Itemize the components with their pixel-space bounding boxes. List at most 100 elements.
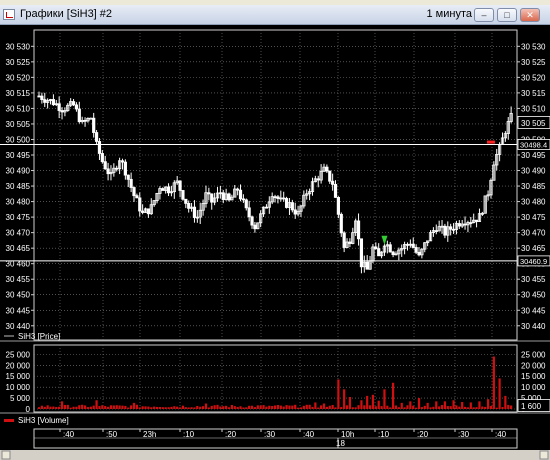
candle-body [284, 198, 289, 208]
volume-bar [461, 402, 464, 409]
volume-bar [484, 406, 487, 409]
volume-bar [181, 405, 185, 409]
volume-bar [429, 407, 432, 409]
close-icon: ✕ [526, 10, 534, 20]
volume-bar [135, 404, 138, 409]
price-tick-label-left: 30 480 [6, 198, 31, 207]
title-bar[interactable]: Графики [SiH3] #2 1 минута – □ ✕ [0, 5, 550, 25]
volume-bar [55, 406, 58, 409]
time-tick-label: :30 [458, 430, 470, 439]
volume-bar [233, 406, 236, 409]
volume-bar [420, 407, 423, 409]
volume-bar [294, 404, 297, 409]
volume-bar [498, 378, 501, 409]
volume-bar [415, 407, 418, 409]
candle-body [181, 190, 185, 200]
candle-body [356, 220, 361, 240]
time-tick-label: :40 [495, 430, 507, 439]
volume-bar [72, 406, 75, 409]
candle-body [253, 224, 257, 230]
volume-bar [173, 406, 176, 409]
price-tick-label-left: 30 440 [6, 322, 31, 331]
volume-tick-label-left: 5 000 [10, 394, 31, 403]
candle-body [333, 183, 338, 198]
candle-body [94, 132, 99, 142]
volume-bar [486, 399, 490, 409]
volume-bar [317, 407, 320, 409]
volume-bar [334, 407, 337, 409]
volume-bar [219, 406, 222, 409]
candle-body [138, 197, 142, 212]
chart-area[interactable]: 30 440 30 440 30 445 30 445 30 450 30 450 30 4… [0, 25, 550, 460]
price-tick-label-right: 30 465 [521, 244, 546, 253]
timeframe-label[interactable]: 1 минута [427, 8, 473, 20]
volume-bar [222, 406, 225, 409]
maximize-button[interactable]: □ [497, 8, 517, 22]
price-tick-label-right: 30 480 [521, 198, 546, 207]
maximize-icon: □ [504, 10, 510, 20]
candle-body [293, 209, 297, 215]
price-tick-label-left: 30 515 [6, 89, 31, 98]
volume-bar [236, 406, 239, 409]
candle-body [106, 168, 110, 175]
candle-body [365, 261, 369, 270]
volume-bar [153, 406, 156, 409]
price-tick-label-right: 30 440 [521, 322, 546, 331]
volume-bar [268, 405, 271, 409]
volume-bar [262, 405, 265, 409]
volume-bar [86, 407, 90, 409]
candle-body [244, 199, 248, 209]
volume-bar [52, 406, 55, 409]
last-price-label: 30 505 [521, 119, 546, 128]
volume-bar [132, 402, 136, 409]
volume-bar [409, 401, 412, 409]
price-tick-label-right: 30 520 [521, 73, 546, 82]
volume-bar [104, 406, 107, 409]
candle-body [71, 101, 76, 106]
candle-body [374, 246, 378, 250]
trading-chart[interactable]: 30 440 30 440 30 445 30 445 30 450 30 450 30 4… [0, 25, 550, 460]
volume-bar [124, 405, 127, 409]
candle-body [443, 225, 447, 236]
price-tick-label-right: 30 525 [521, 58, 546, 67]
volume-bar [95, 400, 98, 409]
volume-bar [403, 407, 406, 409]
volume-bar [296, 407, 300, 409]
candle-body [129, 178, 133, 188]
close-button[interactable]: ✕ [520, 8, 540, 22]
volume-tick-label-right: 15 000 [521, 372, 546, 381]
volume-bar [227, 407, 231, 409]
volume-bar [242, 407, 245, 409]
price-tick-label-left: 30 475 [6, 213, 31, 222]
scroll-left-button [1, 450, 11, 460]
candle-body [184, 198, 188, 204]
volume-bar [178, 407, 182, 409]
candle-body [342, 232, 346, 248]
price-level-tag-label: 30460.9 [520, 257, 547, 266]
candle-body [273, 196, 277, 199]
volume-bar [60, 401, 64, 409]
candle-body [451, 228, 456, 231]
volume-bar [147, 406, 150, 409]
volume-bar [377, 400, 380, 409]
volume-bar [357, 405, 360, 409]
volume-bar [368, 405, 372, 409]
time-tick-label: :20 [225, 430, 237, 439]
minimize-button[interactable]: – [474, 8, 494, 22]
candle-body [126, 174, 130, 180]
price-tick-label-left: 30 500 [6, 135, 31, 144]
candle-body [457, 223, 461, 227]
volume-bar [167, 407, 170, 409]
volume-bar [141, 406, 144, 409]
candle-body [178, 180, 182, 191]
price-tick-label-right: 30 515 [521, 89, 546, 98]
volume-bar [40, 405, 43, 409]
volume-bar [150, 407, 153, 409]
volume-bar [452, 400, 455, 409]
volume-bar [340, 407, 343, 409]
candle-body [339, 213, 343, 234]
volume-bar [92, 405, 95, 409]
volume-bar [49, 406, 52, 409]
volume-bar [245, 407, 248, 409]
buy-signal-marker [381, 235, 388, 246]
